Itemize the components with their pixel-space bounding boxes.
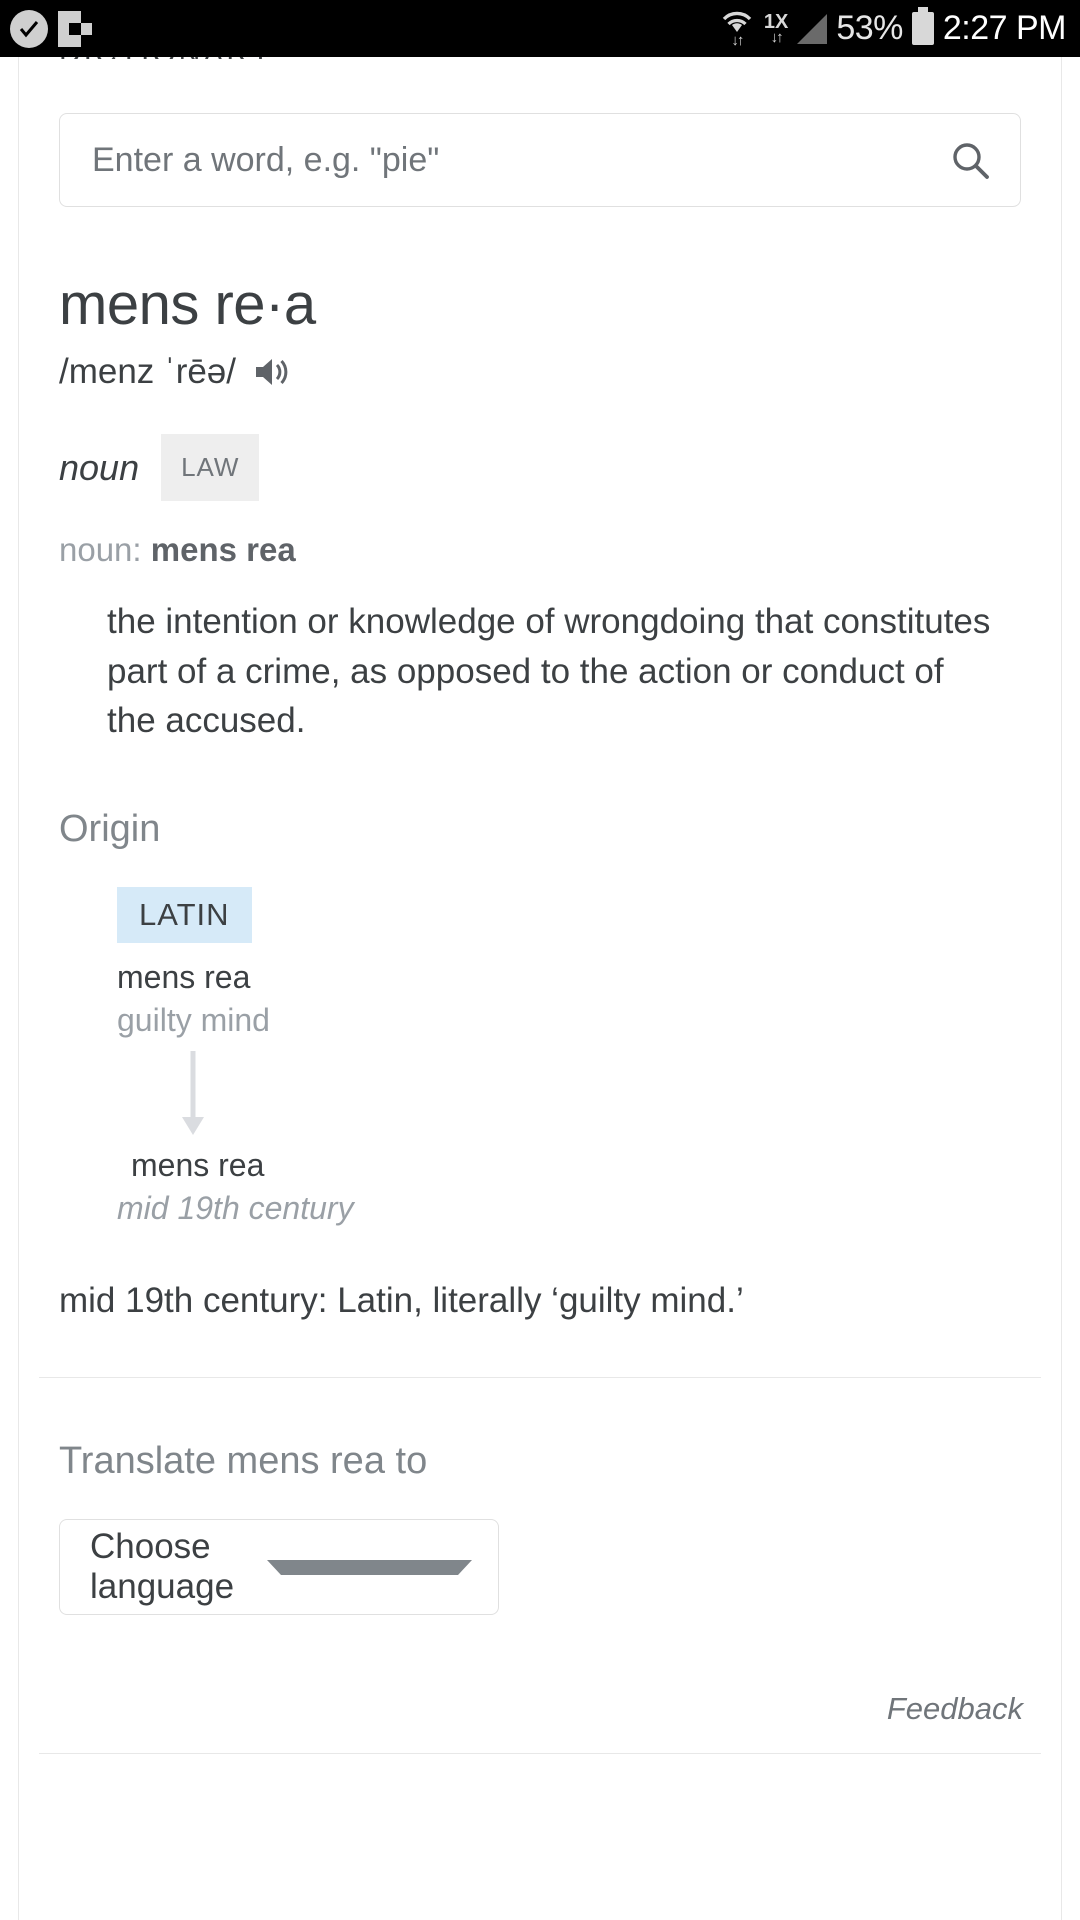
definition-text: the intention or knowledge of wrongdoing… (107, 602, 991, 741)
cell-signal-icon (797, 13, 828, 44)
wifi-transfer-arrows: ↓↑ (731, 32, 744, 49)
data-transfer-arrows: ↓↑ (770, 29, 784, 46)
status-bar-notifications (10, 9, 92, 48)
knowledge-card: DICTIONARY mens re·a /menz ˈrēə/ (18, 57, 1062, 1920)
down-arrow-icon (169, 1051, 229, 1143)
etymology-source-gloss: guilty mind (117, 1002, 270, 1039)
sense-word: mens rea (150, 531, 296, 568)
bottom-divider (39, 1753, 1041, 1755)
part-of-speech-row: noun LAW (59, 434, 1061, 501)
sense-heading: noun: mens rea (59, 531, 1061, 569)
etymology-source-word: mens rea (117, 959, 251, 996)
dictionary-page: DICTIONARY mens re·a /menz ˈrēə/ (0, 57, 1080, 1920)
clock-label: 2:27 PM (942, 9, 1067, 47)
subject-label-chip: LAW (161, 434, 260, 501)
origin-sentence: mid 19th century: Latin, literally ‘guil… (59, 1281, 744, 1321)
sense-prefix: noun: (59, 531, 151, 568)
mobile-data-indicator: 1X ↓↑ (764, 12, 788, 45)
part-of-speech-label: noun (59, 446, 140, 488)
speaker-icon[interactable] (252, 352, 292, 392)
search-input[interactable] (92, 140, 948, 180)
battery-percent-label: 53% (836, 9, 903, 47)
page-title: mens re·a (59, 272, 316, 337)
search-icon[interactable] (948, 138, 992, 182)
origin-heading: Origin (59, 808, 161, 851)
etymology-tree: LATIN mens rea guilty mind mens rea mid … (117, 887, 1061, 1227)
check-circle-icon (10, 9, 48, 48)
feedback-link[interactable]: Feedback (19, 1691, 1061, 1727)
wifi-icon: ↓↑ (719, 9, 755, 48)
pronunciation-row: /menz ˈrēə/ (59, 352, 1061, 392)
language-select-value: Choose language (90, 1527, 235, 1607)
status-bar: ↓↑ 1X ↓↑ 53% 2:27 PM (0, 0, 1080, 57)
flipboard-icon (58, 10, 92, 47)
translate-heading: Translate mens rea to (59, 1440, 428, 1483)
pronunciation-text: /menz ˈrēə/ (59, 352, 236, 391)
section-title: DICTIONARY (59, 57, 1061, 59)
search-bar[interactable] (59, 113, 1021, 207)
etymology-result-word: mens rea (131, 1147, 265, 1184)
etymology-result-date: mid 19th century (117, 1190, 354, 1227)
status-bar-indicators: ↓↑ 1X ↓↑ 53% 2:27 PM (719, 7, 1067, 48)
chevron-down-icon[interactable] (267, 1559, 472, 1575)
language-select[interactable]: Choose language (59, 1519, 499, 1616)
battery-icon (911, 7, 934, 45)
language-badge: LATIN (117, 887, 252, 944)
section-divider (39, 1377, 1041, 1379)
